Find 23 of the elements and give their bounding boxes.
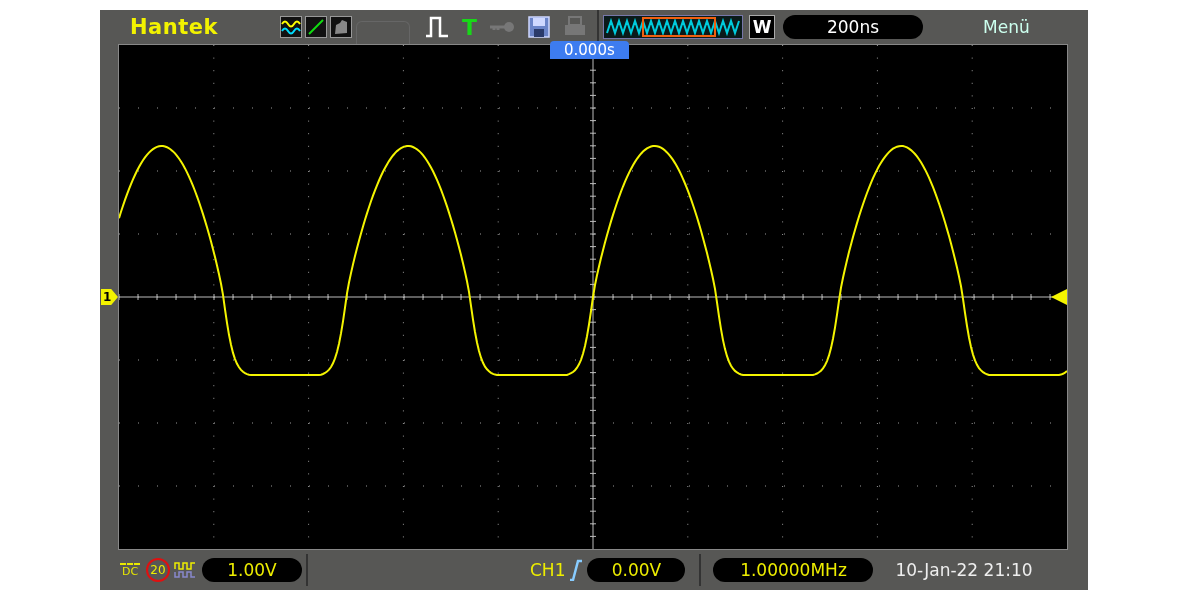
trigger-level-arrow-icon[interactable] (1051, 289, 1067, 305)
rising-edge-icon (569, 559, 584, 581)
timebase-window-preview[interactable] (603, 15, 743, 39)
bandwidth-limit-badge: 20 (146, 558, 170, 582)
trigger-type-label[interactable]: T (462, 14, 477, 40)
square-wave-icon (174, 560, 196, 580)
trigger-level-readout: 0.00V (587, 558, 686, 582)
window-mode-button[interactable]: W (749, 15, 775, 39)
diagonal-line-icon[interactable] (305, 16, 327, 38)
coupling-label: DC (120, 563, 140, 577)
trigger-position-marker[interactable]: 0.000s (550, 41, 629, 59)
frequency-readout: 1.00000MHz (713, 558, 874, 582)
menu-button[interactable]: Menü (983, 17, 1030, 37)
trigger-source-label: CH1 (530, 560, 566, 580)
shape-icon[interactable] (330, 16, 352, 38)
volts-per-div-readout: 1.00V (202, 558, 302, 582)
timebase-readout: 200ns (783, 15, 923, 39)
date-time-label: 10-Jan-22 21:10 (895, 560, 1033, 580)
channel-marker[interactable]: 1 (101, 289, 118, 305)
dual-wave-icon[interactable] (280, 16, 302, 38)
pulse-icon[interactable] (424, 14, 450, 40)
brand-logo: Hantek (130, 15, 219, 39)
save-icon[interactable] (527, 15, 551, 39)
